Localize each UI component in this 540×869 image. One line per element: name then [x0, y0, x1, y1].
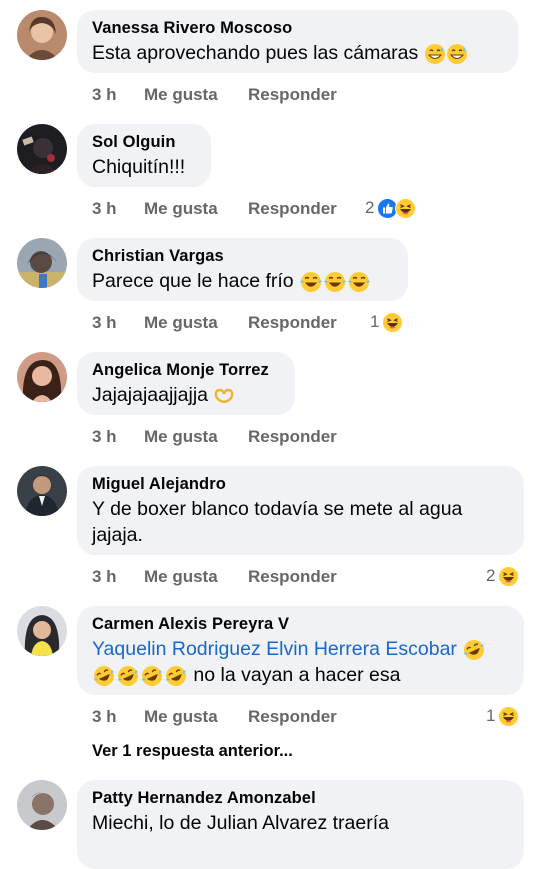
commenter-name[interactable]: Carmen Alexis Pereyra V [92, 614, 510, 634]
haha-icon [395, 197, 417, 219]
comment-bubble: Patty Hernandez Amonzabel Miechi, lo de … [77, 780, 524, 869]
reply-button[interactable]: Responder [248, 566, 337, 588]
comment-bubble: Sol Olguin Chiquitín!!! [77, 124, 211, 187]
reaction-count: 1 [486, 706, 496, 725]
timestamp[interactable]: 3 h [92, 426, 117, 448]
tears-of-joy-emoji-icon [347, 271, 371, 293]
haha-icon [382, 311, 404, 333]
commenter-name[interactable]: Miguel Alejandro [92, 474, 510, 494]
reply-button[interactable]: Responder [248, 84, 337, 106]
comment-bubble: Miguel Alejandro Y de boxer blanco todav… [77, 466, 524, 555]
like-button[interactable]: Me gusta [144, 84, 218, 106]
like-button[interactable]: Me gusta [144, 706, 218, 728]
avatar[interactable] [17, 466, 67, 516]
like-button[interactable]: Me gusta [144, 566, 218, 588]
comment-text-content: Jajajajaajjajja [92, 384, 208, 406]
view-previous-reply-link[interactable]: Ver 1 respuesta anterior... [92, 740, 293, 762]
comment-text-line2: no la vayan a hacer esa [92, 662, 510, 688]
reaction-summary[interactable]: 2 [365, 196, 417, 220]
grinning-sweat-emoji-icon [424, 43, 446, 65]
like-button[interactable]: Me gusta [144, 198, 218, 220]
comment-text: Yaquelin Rodriguez Elvin Herrera Escobar [92, 636, 510, 662]
reaction-summary[interactable]: 2 [486, 564, 520, 588]
tears-of-joy-emoji-icon [323, 271, 347, 293]
comment-text: Miechi, lo de Julian Alvarez traería [92, 812, 389, 834]
commenter-name[interactable]: Sol Olguin [92, 132, 197, 152]
commenter-name[interactable]: Vanessa Rivero Moscoso [92, 18, 504, 38]
like-button[interactable]: Me gusta [144, 312, 218, 334]
commenter-name[interactable]: Patty Hernandez Amonzabel [92, 788, 510, 808]
reaction-count: 1 [370, 312, 380, 331]
reaction-count: 2 [486, 566, 496, 585]
rolling-laughing-emoji-icon [164, 665, 188, 687]
comment-bubble: Christian Vargas Parece que le hace frío [77, 238, 408, 301]
timestamp[interactable]: 3 h [92, 706, 117, 728]
reply-button[interactable]: Responder [248, 706, 337, 728]
reply-button[interactable]: Responder [248, 198, 337, 220]
timestamp[interactable]: 3 h [92, 198, 117, 220]
like-button[interactable]: Me gusta [144, 426, 218, 448]
tears-of-joy-emoji-icon [299, 271, 323, 293]
commenter-name[interactable]: Angelica Monje Torrez [92, 360, 281, 380]
commenter-name[interactable]: Christian Vargas [92, 246, 394, 266]
comment-bubble: Angelica Monje Torrez Jajajajaajjajja [77, 352, 295, 415]
timestamp[interactable]: 3 h [92, 312, 117, 334]
comment-text-content: Esta aprovechando pues las cámaras [92, 42, 419, 64]
comment-text: Y de boxer blanco todavía se mete al agu… [92, 498, 463, 546]
haha-icon [498, 565, 520, 587]
comment-text: Chiquitín!!! [92, 156, 186, 178]
avatar[interactable] [17, 606, 67, 656]
avatar[interactable] [17, 10, 67, 60]
comment-text: Parece que le hace frío [92, 268, 394, 294]
rolling-laughing-emoji-icon [462, 639, 486, 661]
heart-hands-emoji-icon [213, 387, 235, 405]
reaction-count: 2 [365, 198, 375, 217]
reaction-summary[interactable]: 1 [370, 310, 404, 334]
grinning-sweat-emoji-icon [446, 43, 468, 65]
comment-text-content: Parece que le hace frío [92, 270, 294, 292]
avatar[interactable] [17, 780, 67, 830]
rolling-laughing-emoji-icon [140, 665, 164, 687]
timestamp[interactable]: 3 h [92, 566, 117, 588]
comment-bubble: Vanessa Rivero Moscoso Esta aprovechando… [77, 10, 518, 73]
rolling-laughing-emoji-icon [116, 665, 140, 687]
avatar[interactable] [17, 124, 67, 174]
rolling-laughing-emoji-icon [92, 665, 116, 687]
mentioned-user-link[interactable]: Yaquelin Rodriguez Elvin Herrera Escobar [92, 638, 457, 660]
comment-text-content: no la vayan a hacer esa [193, 664, 401, 686]
reaction-summary[interactable]: 1 [486, 704, 520, 728]
reply-button[interactable]: Responder [248, 312, 337, 334]
reply-button[interactable]: Responder [248, 426, 337, 448]
haha-icon [498, 705, 520, 727]
comment-bubble: Carmen Alexis Pereyra V Yaquelin Rodrigu… [77, 606, 524, 695]
avatar[interactable] [17, 352, 67, 402]
comment-text: Jajajajaajjajja [92, 382, 281, 408]
comment-text: Esta aprovechando pues las cámaras [92, 40, 504, 66]
avatar[interactable] [17, 238, 67, 288]
timestamp[interactable]: 3 h [92, 84, 117, 106]
